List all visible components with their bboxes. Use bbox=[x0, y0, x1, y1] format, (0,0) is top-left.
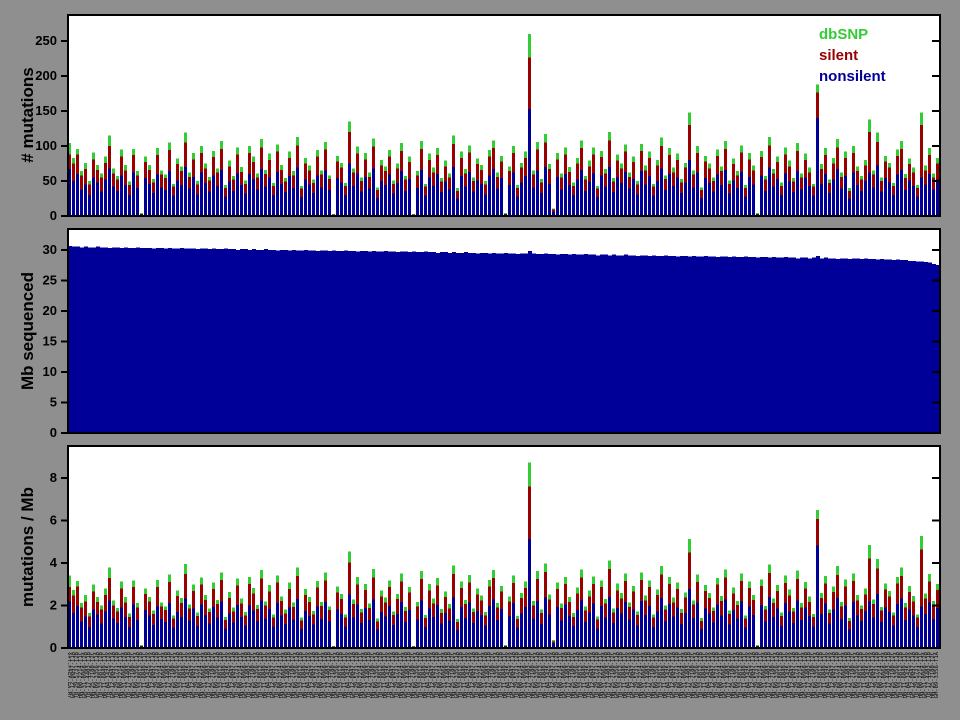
svg-text:25: 25 bbox=[43, 272, 57, 287]
svg-text:8: 8 bbox=[50, 470, 57, 485]
sample-id-label: GM-09-3356-T1A bbox=[935, 652, 939, 698]
y-axis-label-mutations-per-mb: mutations / Mb bbox=[17, 427, 39, 667]
sample-id-labels-strip: TB-04-1425-T2XGM-12-0047-T1ATB-29-5731-T… bbox=[68, 652, 940, 716]
svg-text:0: 0 bbox=[50, 208, 57, 223]
mutations-stacked-bar-panel: 050100150200250 bbox=[68, 15, 940, 216]
y-axis-label-mb-sequenced: Mb sequenced bbox=[17, 211, 39, 451]
figure-canvas: # mutations Mb sequenced mutations / Mb … bbox=[0, 0, 960, 720]
svg-text:150: 150 bbox=[35, 103, 57, 118]
legend-item-silent: silent bbox=[819, 45, 886, 66]
legend: dbSNP silent nonsilent bbox=[819, 24, 886, 87]
mb-sequenced-bar-panel: 051015202530 bbox=[68, 229, 940, 433]
svg-text:6: 6 bbox=[50, 512, 57, 527]
svg-text:50: 50 bbox=[43, 173, 57, 188]
svg-text:2: 2 bbox=[50, 598, 57, 613]
svg-text:20: 20 bbox=[43, 303, 57, 318]
svg-text:4: 4 bbox=[50, 555, 58, 570]
svg-text:0: 0 bbox=[50, 425, 57, 440]
legend-item-dbsnp: dbSNP bbox=[819, 24, 886, 45]
svg-text:10: 10 bbox=[43, 364, 57, 379]
svg-text:100: 100 bbox=[35, 138, 57, 153]
svg-text:30: 30 bbox=[43, 242, 57, 257]
svg-text:200: 200 bbox=[35, 68, 57, 83]
svg-text:5: 5 bbox=[50, 395, 57, 410]
legend-item-nonsilent: nonsilent bbox=[819, 66, 886, 87]
svg-text:250: 250 bbox=[35, 33, 57, 48]
svg-text:0: 0 bbox=[50, 640, 57, 655]
svg-text:15: 15 bbox=[43, 333, 57, 348]
mutations-per-mb-stacked-bar-panel: 02468 bbox=[68, 446, 940, 648]
